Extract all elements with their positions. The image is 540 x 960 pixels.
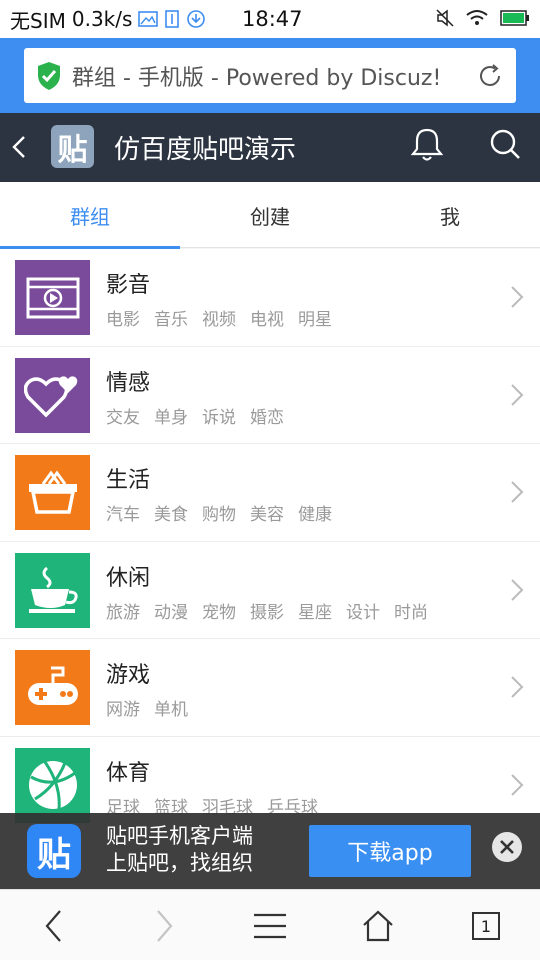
tag[interactable]: 单机	[154, 695, 188, 720]
chevron-right-icon	[511, 481, 524, 503]
list-item[interactable]: 情感 交友 单身 诉说 婚恋	[0, 346, 540, 445]
back-icon	[45, 910, 61, 942]
tab-me[interactable]: 我	[360, 182, 540, 248]
app-download-banner: 贴 贴吧手机客户端 上贴吧，找组织 下载app	[0, 813, 540, 889]
chevron-right-icon	[511, 286, 524, 308]
tab-create[interactable]: 创建	[180, 182, 360, 248]
back-arrow-icon[interactable]	[8, 131, 30, 163]
address-bar[interactable]: 群组 - 手机版 - Powered by Discuz!	[24, 48, 516, 103]
nav-home-button[interactable]	[358, 906, 398, 946]
nav-back-button[interactable]	[34, 906, 74, 946]
group-tags: 旅游 动漫 宠物 摄影 星座 设计 时尚	[106, 598, 428, 623]
browser-toolbar: 群组 - 手机版 - Powered by Discuz!	[0, 38, 540, 113]
tag[interactable]: 时尚	[394, 598, 428, 623]
tag[interactable]: 交友	[106, 403, 140, 428]
battery-icon	[500, 10, 529, 26]
chevron-right-icon	[511, 774, 524, 796]
shield-check-icon	[38, 61, 60, 90]
group-title: 生活	[106, 468, 151, 494]
list-item[interactable]: 生活 汽车 美食 购物 美容 健康	[0, 444, 540, 542]
group-tags: 电影 音乐 视频 电视 明星	[106, 305, 332, 330]
coffee-cup-icon	[15, 552, 90, 628]
group-tags: 网游 单机	[106, 695, 188, 720]
home-icon	[363, 910, 393, 942]
group-title: 情感	[106, 370, 151, 396]
basket-icon	[15, 455, 90, 531]
tag[interactable]: 视频	[202, 305, 236, 330]
bell-icon[interactable]	[410, 127, 444, 163]
menu-icon	[254, 913, 286, 939]
banner-line-1: 贴吧手机客户端	[106, 824, 253, 848]
mute-icon	[436, 9, 454, 27]
banner-line-2: 上贴吧，找组织	[106, 851, 253, 875]
image-icon	[138, 11, 159, 27]
group-tags: 交友 单身 诉说 婚恋	[106, 403, 284, 428]
tab-groups[interactable]: 群组	[0, 182, 180, 249]
wifi-icon	[466, 10, 488, 25]
tieba-logo: 贴	[51, 125, 94, 168]
tab-bar: 群组 创建 我	[0, 182, 540, 249]
group-list: 影音 电影 音乐 视频 电视 明星 情感 交友 单身 诉说 婚恋 生活 汽车 美…	[0, 249, 540, 835]
group-title: 体育	[106, 760, 151, 786]
tag[interactable]: 电影	[106, 305, 140, 330]
nav-tabs-button[interactable]: 1	[466, 906, 506, 946]
tag[interactable]: 动漫	[154, 598, 188, 623]
tag[interactable]: 音乐	[154, 305, 188, 330]
group-title: 游戏	[106, 663, 151, 689]
tag[interactable]: 网游	[106, 695, 140, 720]
gamepad-icon	[15, 650, 90, 726]
tag[interactable]: 宠物	[202, 598, 236, 623]
reload-icon[interactable]	[476, 62, 504, 90]
tag[interactable]: 旅游	[106, 598, 140, 623]
forward-icon	[157, 910, 173, 942]
tag[interactable]: 婚恋	[250, 403, 284, 428]
list-item[interactable]: 游戏 网游 单机	[0, 639, 540, 737]
download-app-button[interactable]: 下载app	[309, 825, 471, 877]
tag[interactable]: 明星	[298, 305, 332, 330]
chevron-right-icon	[511, 579, 524, 601]
clock: 18:47	[242, 7, 303, 31]
nav-forward-button[interactable]	[144, 906, 184, 946]
tieba-app-logo: 贴	[27, 824, 81, 878]
hearts-icon	[15, 357, 90, 433]
tab-count-badge: 1	[472, 912, 500, 940]
banner-text: 贴吧手机客户端 上贴吧，找组织	[106, 823, 253, 877]
close-icon[interactable]	[491, 831, 523, 863]
download-status-icon	[187, 10, 206, 28]
group-title: 休闲	[106, 565, 151, 591]
list-item[interactable]: 影音 电影 音乐 视频 电视 明星	[0, 249, 540, 347]
status-bar: 无SIM 0.3k/s 18:47	[0, 0, 540, 38]
nav-menu-button[interactable]	[250, 906, 290, 946]
forum-header: 贴 仿百度贴吧演示	[0, 113, 540, 182]
tag[interactable]: 电视	[250, 305, 284, 330]
network-speed: 0.3k/s	[71, 7, 133, 31]
carrier-label: 无SIM	[10, 8, 66, 33]
tag[interactable]: 汽车	[106, 500, 140, 525]
basketball-icon	[15, 747, 90, 823]
tag[interactable]: 星座	[298, 598, 332, 623]
tag[interactable]: 设计	[346, 598, 380, 623]
tag[interactable]: 美容	[250, 500, 284, 525]
tag[interactable]: 摄影	[250, 598, 284, 623]
usb-icon	[165, 10, 180, 28]
group-title: 影音	[106, 273, 151, 298]
tag[interactable]: 健康	[298, 500, 332, 525]
url-text: 群组 - 手机版 - Powered by Discuz!	[72, 65, 442, 91]
tag[interactable]: 美食	[154, 500, 188, 525]
search-icon[interactable]	[488, 127, 522, 163]
chevron-right-icon	[511, 383, 524, 406]
tag[interactable]: 单身	[154, 403, 188, 428]
group-tags: 汽车 美食 购物 美容 健康	[106, 500, 332, 525]
browser-bottom-nav: 1	[0, 889, 540, 960]
film-icon	[15, 260, 90, 335]
tag[interactable]: 诉说	[202, 403, 236, 428]
list-item[interactable]: 休闲 旅游 动漫 宠物 摄影 星座 设计 时尚	[0, 541, 540, 640]
header-title: 仿百度贴吧演示	[114, 135, 297, 165]
tag[interactable]: 购物	[202, 500, 236, 525]
chevron-right-icon	[511, 676, 524, 699]
